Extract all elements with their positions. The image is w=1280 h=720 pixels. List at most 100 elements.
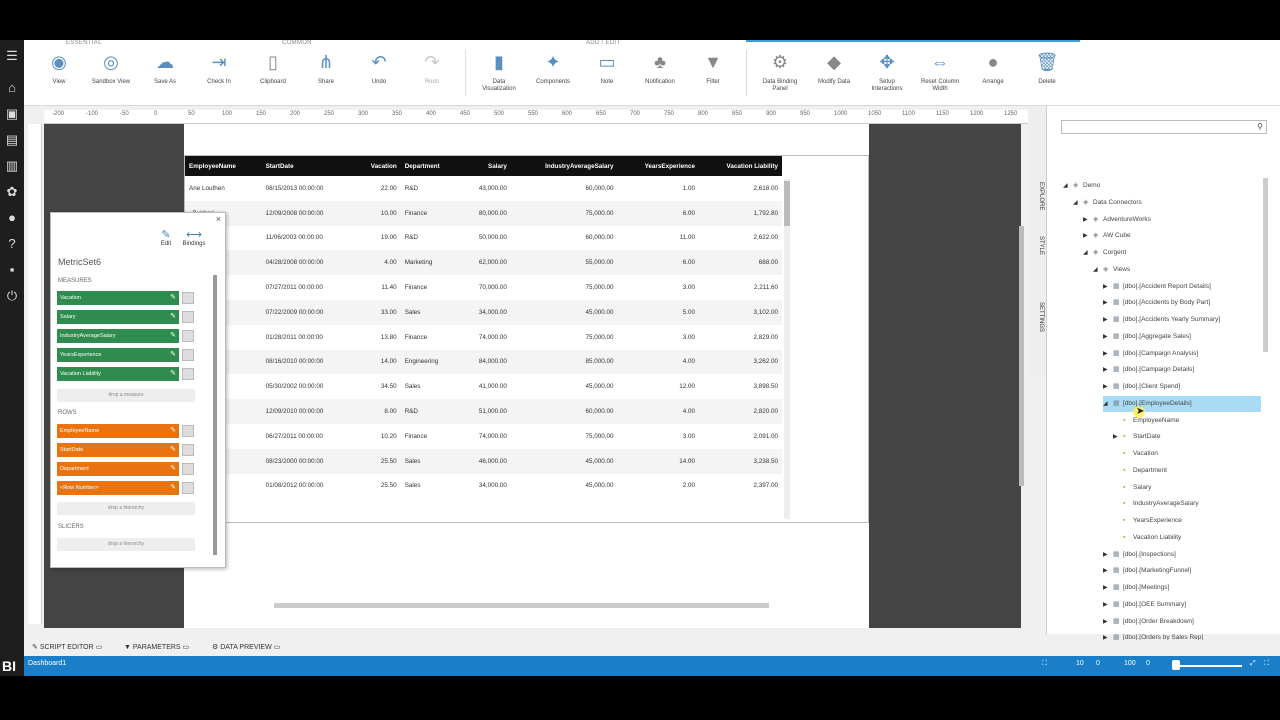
collapse-arrow-icon[interactable]: ◢ <box>1073 195 1083 211</box>
tab-explore[interactable]: EXPLORE <box>1032 182 1044 210</box>
palette-icon[interactable]: ✿ <box>4 184 20 200</box>
tree-item[interactable]: ▪ YearsExperience <box>1113 513 1182 529</box>
table-row[interactable]: ..ders08/23/2000 00:00:0025.50Sales46,00… <box>185 448 782 474</box>
table-row[interactable]: 11/06/2003 00:00:00 19.00 R&D 50,000.00 60,0… <box>185 226 782 251</box>
tree-item[interactable]: ▶ ◈ AW Cube <box>1083 228 1131 244</box>
measure-pill[interactable]: Vacation Liability ✎ <box>57 367 179 381</box>
tree-item[interactable]: ▶ ▦ [dbo].[Client Spend] <box>1103 379 1180 395</box>
drop-slicer-zone[interactable]: drop a hierarchy <box>57 538 195 551</box>
edit-pencil-icon[interactable]: ✎ <box>170 424 176 438</box>
tree-item[interactable]: ▶ ◈ AdventureWorks <box>1083 212 1151 228</box>
edit-pencil-icon[interactable]: ✎ <box>170 291 176 305</box>
table-row[interactable]: ..zosinski01/28/2011 00:00:0013.80Financ… <box>185 325 782 350</box>
tree-item[interactable]: ◢ ◈ Views <box>1093 262 1130 278</box>
grid-column-header[interactable]: EmployeeName <box>185 156 262 176</box>
pill-options-toggle[interactable] <box>182 482 194 494</box>
drop-measure-zone[interactable]: drop a measure <box>57 389 195 402</box>
document-icon[interactable]: ▤ <box>4 132 20 148</box>
row-pill[interactable]: EmployeeName ✎ <box>57 424 179 438</box>
tree-item[interactable]: ◢ ◈ Corgent <box>1083 245 1126 261</box>
dashboard-page[interactable]: EmployeeName StartDate Vacation Department S… <box>184 124 869 628</box>
explorer-scrollbar[interactable] <box>1263 178 1268 352</box>
edit-pencil-icon[interactable]: ✎ <box>170 367 176 381</box>
table-row[interactable]: Ane Louthen 08/15/2013 00:00:00 22.00 R&D 43… <box>185 176 782 201</box>
zoom-slider-handle[interactable] <box>1172 660 1180 670</box>
edit-button[interactable]: ✎ Edit <box>151 229 181 247</box>
tree-item[interactable]: ▶ ▦ [dbo].[Inspections] <box>1103 547 1176 563</box>
fit-width-icon[interactable]: ⤢ <box>1250 660 1256 668</box>
expand-arrow-icon[interactable]: ▶ <box>1103 580 1113 596</box>
user-icon[interactable]: ● <box>4 210 20 226</box>
data-binding-panel-button[interactable]: ⚙ Data Binding Panel <box>757 50 803 104</box>
zoom-slider-track[interactable] <box>1174 665 1242 667</box>
briefcase-icon[interactable]: ▣ <box>4 106 20 122</box>
table-row[interactable]: ..mm07/22/2009 00:00:0033.00Sales34,000.… <box>185 299 782 325</box>
tree-item[interactable]: ▪ IndustryAverageSalary <box>1113 496 1199 512</box>
expand-arrow-icon[interactable]: ▶ <box>1103 379 1113 395</box>
tree-item[interactable]: ▪ Vacation <box>1113 446 1158 462</box>
tab-data-preview[interactable]: ⚙ DATA PREVIEW ▭ <box>212 643 280 651</box>
collapse-arrow-icon[interactable]: ◢ <box>1063 178 1073 194</box>
grid-column-header[interactable]: Vacation Liability <box>699 156 782 176</box>
arrange-button[interactable]: ● Arrange <box>970 50 1016 104</box>
edit-pencil-icon[interactable]: ✎ <box>170 481 176 495</box>
pill-options-toggle[interactable] <box>182 368 194 380</box>
pill-options-toggle[interactable] <box>182 330 194 342</box>
undo-button[interactable]: ↶ Undo <box>356 50 402 104</box>
lock-icon[interactable]: ▪ <box>4 262 20 278</box>
fullscreen-icon[interactable]: ⛶ <box>1264 660 1269 668</box>
data-grid[interactable]: EmployeeName StartDate Vacation Department S… <box>185 156 782 498</box>
tree-item[interactable]: ▪ Vacation Liability <box>1113 530 1181 546</box>
tree-item[interactable]: ▶ ▦ [dbo].[Accidents Yearly Summary] <box>1103 312 1220 328</box>
save-as-button[interactable]: ☁ Save As <box>142 50 188 104</box>
dashboard-tab[interactable]: Dashboard1 <box>28 660 66 667</box>
expand-arrow-icon[interactable]: ▶ <box>1103 329 1113 345</box>
grid-column-header[interactable]: Vacation <box>353 156 401 176</box>
expand-arrow-icon[interactable]: ▶ <box>1103 362 1113 378</box>
expand-arrow-icon[interactable]: ▶ <box>1083 228 1093 244</box>
help-icon[interactable]: ? <box>4 236 20 252</box>
tree-item[interactable]: ▶ ▦ [dbo].[Order Breakdown] <box>1103 614 1194 630</box>
tab-script-editor[interactable]: ✎ SCRIPT EDITOR ▭ <box>32 643 102 651</box>
note-button[interactable]: ▭ Note <box>584 50 630 104</box>
tree-item[interactable]: ▶ ▦ [dbo].[Accidents by Body Part] <box>1103 295 1210 311</box>
edit-pencil-icon[interactable]: ✎ <box>170 329 176 343</box>
collapse-arrow-icon[interactable]: ◢ <box>1093 262 1103 278</box>
expand-arrow-icon[interactable]: ▶ <box>1113 429 1123 445</box>
table-row[interactable]: ..Bukhari12/09/2008 00:00:0010.00Finance… <box>185 200 782 226</box>
edit-pencil-icon[interactable]: ✎ <box>170 310 176 324</box>
redo-button[interactable]: ↷ Redo <box>409 50 455 104</box>
measure-pill[interactable]: Vacation ✎ <box>57 291 179 305</box>
tree-item[interactable]: ▶ ▦ [dbo].[Campaign Analysis] <box>1103 346 1198 362</box>
canvas-horizontal-scrollbar[interactable] <box>274 603 769 608</box>
tree-item[interactable]: ◢ ◈ Demo <box>1063 178 1100 194</box>
pill-options-toggle[interactable] <box>182 349 194 361</box>
tab-style[interactable]: STYLE <box>1032 236 1044 255</box>
grid-column-header[interactable]: YearsExperience <box>617 156 699 176</box>
tree-item[interactable]: ▪ Salary <box>1113 480 1151 496</box>
home-icon[interactable]: ⌂ <box>4 80 20 96</box>
tree-item[interactable]: ▶ ▦ [dbo].[Meetings] <box>1103 580 1169 596</box>
grid-vertical-scrollbar[interactable] <box>784 179 790 519</box>
measure-pill[interactable]: IndustryAverageSalary ✎ <box>57 329 179 343</box>
tree-item[interactable]: ▪ Department <box>1113 463 1167 479</box>
table-row[interactable]: ..Bass08/16/2010 00:00:0014.00Engineerin… <box>185 349 782 375</box>
expand-arrow-icon[interactable]: ▶ <box>1103 563 1113 579</box>
modify-data-button[interactable]: ◆ Modify Data <box>811 50 857 104</box>
share-button[interactable]: ⋔ Share <box>303 50 349 104</box>
row-pill[interactable]: <Row Number> ✎ <box>57 481 179 495</box>
delete-button[interactable]: 🗑 Delete <box>1024 50 1070 104</box>
view-button[interactable]: ◉ View <box>36 50 82 104</box>
setup-interactions-button[interactable]: ✥ Setup Interactions <box>864 50 910 104</box>
sandbox-view-button[interactable]: ◎ Sandbox View <box>88 50 134 104</box>
notification-button[interactable]: ♣ Notification <box>637 50 683 104</box>
canvas-vertical-scrollbar[interactable] <box>1019 226 1024 486</box>
grid-component[interactable]: EmployeeName StartDate Vacation Department S… <box>184 155 869 523</box>
tree-item[interactable]: ▶ ▦ [dbo].[OEE Summary] <box>1103 597 1186 613</box>
tree-item[interactable]: ◢ ◈ Data Connectors <box>1073 195 1142 211</box>
expand-arrow-icon[interactable]: ▶ <box>1103 614 1113 630</box>
grid-column-header[interactable]: IndustryAverageSalary <box>510 156 618 176</box>
table-row[interactable]: ..el01/08/2012 00:00:0025.50Sales34,000.… <box>185 474 782 499</box>
pill-options-toggle[interactable] <box>182 311 194 323</box>
collapse-arrow-icon[interactable]: ◢ <box>1083 245 1093 261</box>
